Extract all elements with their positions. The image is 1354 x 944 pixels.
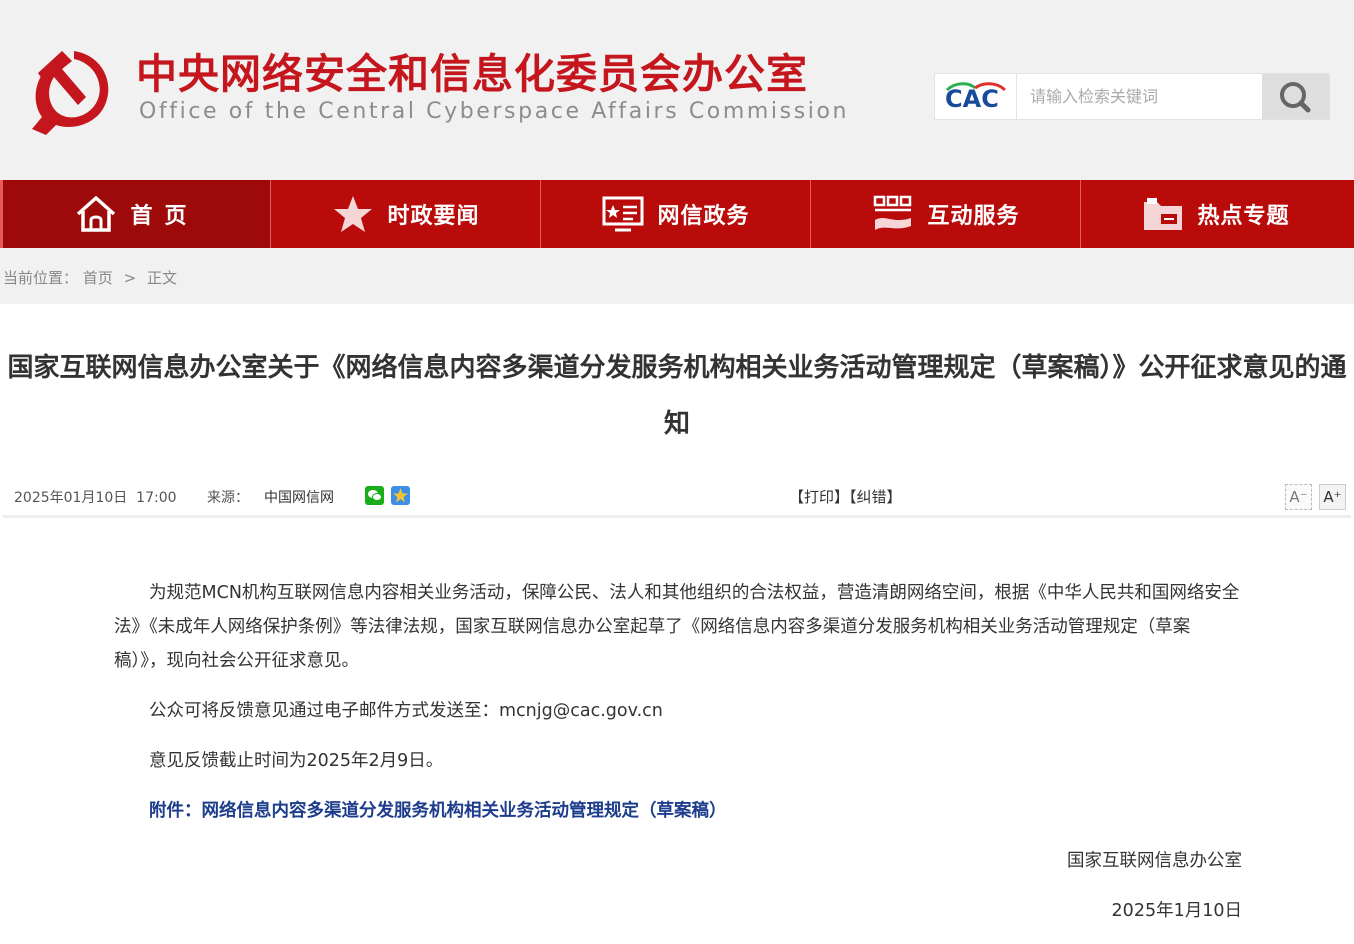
cac-logo: CAC <box>935 74 1017 119</box>
hammer-sickle-emblem[interactable] <box>24 43 116 135</box>
breadcrumb: 当前位置： 首页 > 正文 <box>3 267 177 288</box>
wechat-icon[interactable] <box>365 486 384 505</box>
nav-label: 网信政务 <box>657 204 750 229</box>
site-header: 中央网络安全和信息化委员会办公室 Office of the Central C… <box>0 0 1354 180</box>
svg-text:CAC: CAC <box>945 85 999 113</box>
paragraph: 公众可将反馈意见通过电子邮件方式发送至：mcnjg@cac.gov.cn <box>149 701 663 721</box>
star-icon <box>334 196 373 232</box>
article-body: 为规范MCN机构互联网信息内容相关业务活动，保障公民、法人和其他组织的合法权益，… <box>114 576 1242 944</box>
nav-label: 热点专题 <box>1197 204 1290 229</box>
site-title-en: Office of the Central Cyberspace Affairs… <box>139 99 850 124</box>
paragraph: 意见反馈截止时间为2025年2月9日。 <box>149 751 444 771</box>
breadcrumb-home[interactable]: 首页 <box>83 269 113 287</box>
correct-link[interactable]: 【纠错】 <box>849 488 902 506</box>
breadcrumb-separator: > <box>123 269 137 287</box>
article-meta: 2025年01月10日 17:00 来源： 中国网信网 【打印】【纠错】 A⁻ … <box>3 478 1351 518</box>
folder-icon <box>1144 198 1183 230</box>
font-increase-button[interactable]: A⁺ <box>1319 484 1346 510</box>
home-icon <box>77 196 116 232</box>
nav-interaction[interactable]: 互动服务 <box>810 180 1080 248</box>
main-nav: 首页 时政要闻 网信政务 互动服务 热点专题 <box>0 180 1354 248</box>
article-title-text: 国家互联网信息办公室关于《网络信息内容多渠道分发服务机构相关业务活动管理规定（草… <box>7 353 1347 439</box>
nav-topics[interactable]: 热点专题 <box>1080 180 1350 248</box>
handshake-icon <box>874 195 912 230</box>
font-decrease-button[interactable]: A⁻ <box>1285 484 1312 510</box>
nav-home[interactable]: 首页 <box>0 180 270 248</box>
qzone-icon[interactable] <box>391 486 410 505</box>
nav-label: 时政要闻 <box>387 204 480 229</box>
source-link[interactable]: 中国网信网 <box>264 487 334 507</box>
print-link[interactable]: 【打印】 <box>789 488 849 506</box>
search-box: CAC <box>934 73 1330 120</box>
site-title-cn[interactable]: 中央网络安全和信息化委员会办公室 <box>136 49 808 99</box>
breadcrumb-current[interactable]: 正文 <box>147 269 177 287</box>
attachment-link[interactable]: 附件：网络信息内容多渠道分发服务机构相关业务活动管理规定（草案稿） <box>114 794 1242 828</box>
publish-date: 2025年01月10日 17:00 <box>14 490 177 506</box>
breadcrumb-prefix: 当前位置： <box>3 269 79 287</box>
article-actions: 【打印】【纠错】 <box>789 486 902 507</box>
search-button[interactable] <box>1262 74 1329 119</box>
breadcrumb-bar <box>0 248 1354 304</box>
search-icon <box>1280 82 1311 113</box>
article-title: 国家互联网信息办公室关于《网络信息内容多渠道分发服务机构相关业务活动管理规定（草… <box>0 340 1354 452</box>
nav-label: 互动服务 <box>927 204 1020 229</box>
source-label: 来源： <box>207 490 249 506</box>
nav-label: 首页 <box>130 204 199 229</box>
screen-icon <box>602 196 644 232</box>
nav-affairs[interactable]: 网信政务 <box>540 180 810 248</box>
nav-news[interactable]: 时政要闻 <box>270 180 540 248</box>
sign-date: 2025年1月10日 <box>1111 901 1242 921</box>
paragraph: 为规范MCN机构互联网信息内容相关业务活动，保障公民、法人和其他组织的合法权益，… <box>114 583 1240 671</box>
signature: 国家互联网信息办公室 <box>1067 851 1242 871</box>
search-input[interactable] <box>1018 74 1263 119</box>
